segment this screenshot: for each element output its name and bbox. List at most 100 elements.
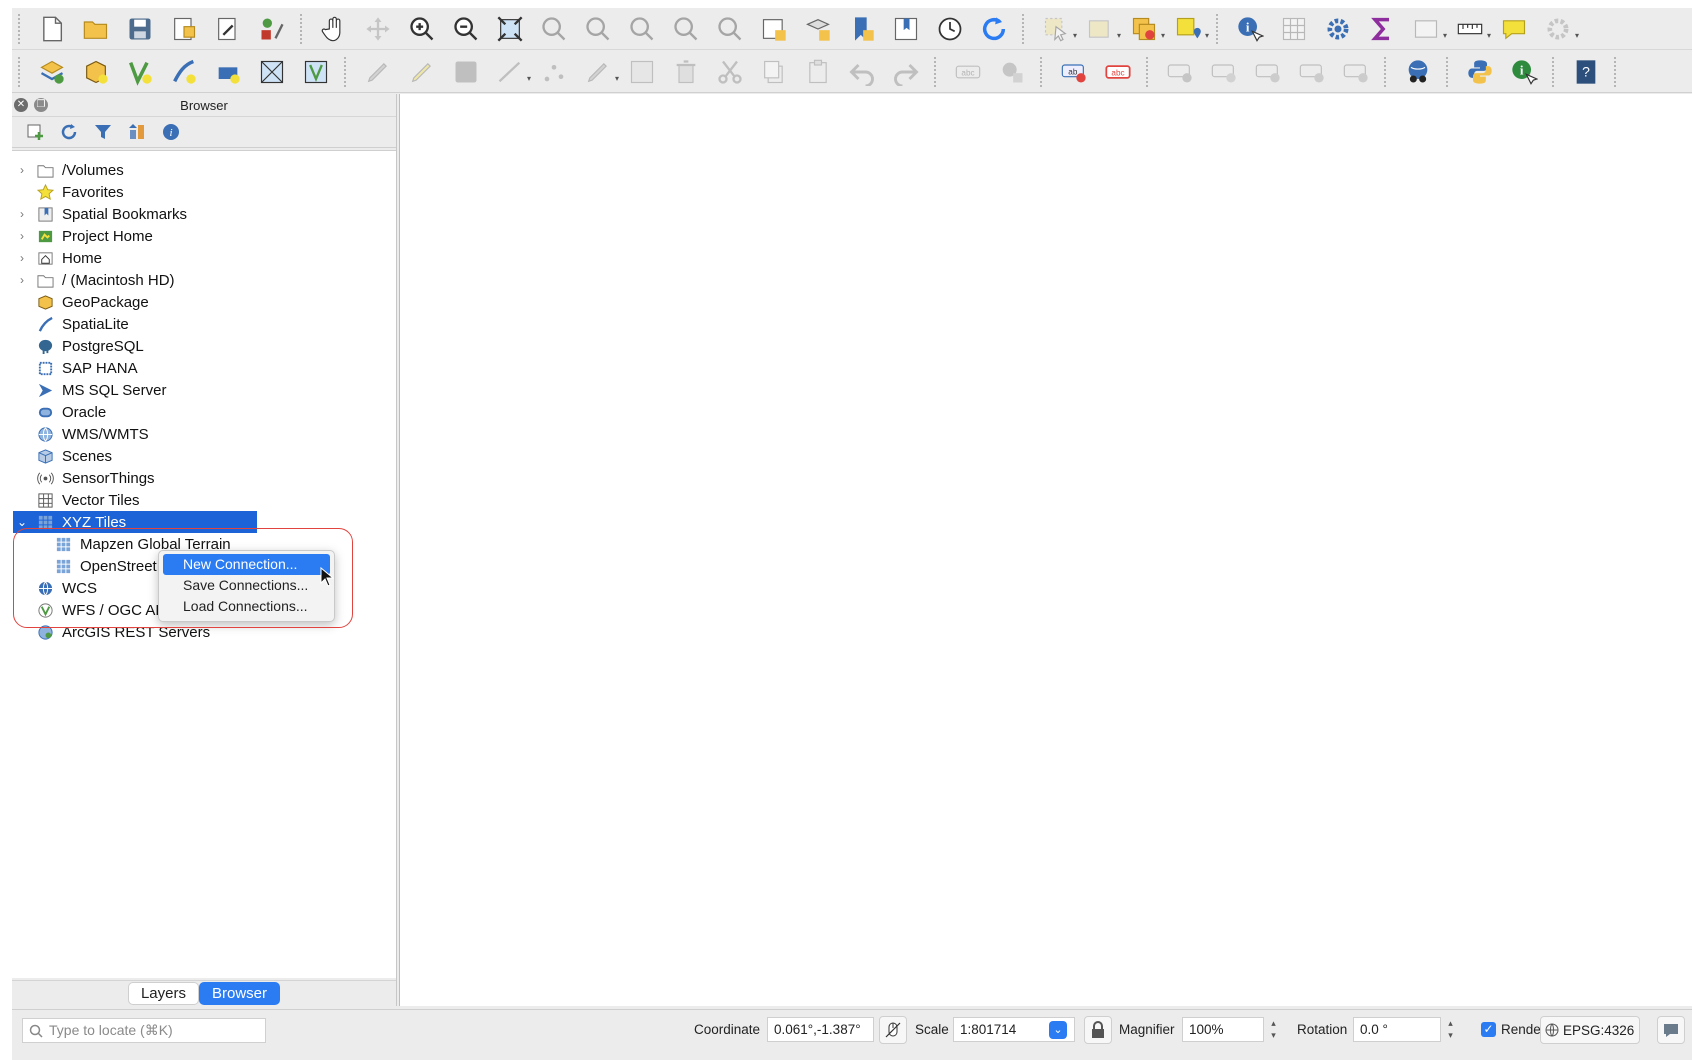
menu-item-load-connections[interactable]: Load Connections... xyxy=(163,596,330,617)
tree-item-geopackage[interactable]: GeoPackage xyxy=(12,291,396,313)
menu-item-save-connections[interactable]: Save Connections... xyxy=(163,575,330,596)
redo-button[interactable] xyxy=(884,54,928,90)
layer-diagram-button[interactable] xyxy=(990,54,1034,90)
new-spatial-bookmark-button[interactable] xyxy=(840,11,884,47)
help-button[interactable]: ? xyxy=(1564,54,1608,90)
map-canvas[interactable] xyxy=(399,94,1692,1006)
rotate-label-button[interactable] xyxy=(1290,54,1334,90)
pan-to-selection-button[interactable] xyxy=(356,11,400,47)
toolbar-grip[interactable] xyxy=(934,56,940,87)
current-edits-button[interactable] xyxy=(356,54,400,90)
tree-item-mssql[interactable]: MS SQL Server xyxy=(12,379,396,401)
delete-selected-button[interactable] xyxy=(664,54,708,90)
select-location-button[interactable]: ▾ xyxy=(1166,11,1210,47)
new-spatialite-layer-button[interactable] xyxy=(162,54,206,90)
new-geopackage-layer-button[interactable] xyxy=(74,54,118,90)
change-label-button[interactable] xyxy=(1334,54,1378,90)
magnifier-field[interactable]: 100% xyxy=(1182,1017,1264,1042)
toolbar-grip[interactable] xyxy=(18,13,24,44)
rotation-stepper[interactable]: ▴ ▾ xyxy=(1444,1017,1457,1042)
toolbar-grip[interactable] xyxy=(1146,56,1152,87)
new-virtual-layer-button[interactable] xyxy=(250,54,294,90)
tree-item-scenes[interactable]: Scenes xyxy=(12,445,396,467)
close-panel-button[interactable]: ✕ xyxy=(14,98,28,112)
refresh-button[interactable] xyxy=(972,11,1016,47)
data-source-manager-button[interactable] xyxy=(30,54,74,90)
modify-attributes-button[interactable]: ▾ xyxy=(576,54,620,90)
open-field-calculator-button[interactable]: ▾ xyxy=(1404,11,1448,47)
plugin-identify-button[interactable]: i xyxy=(1502,54,1546,90)
cut-features-button[interactable] xyxy=(708,54,752,90)
tree-item-sensorthings[interactable]: SensorThings xyxy=(12,467,396,489)
open-attribute-table-button[interactable] xyxy=(1272,11,1316,47)
collapse-all-button[interactable] xyxy=(120,118,154,146)
toolbar-grip[interactable] xyxy=(344,56,350,87)
tree-item-xyz-tiles[interactable]: ⌄ XYZ Tiles xyxy=(12,511,396,533)
toolbar-grip[interactable] xyxy=(1614,56,1620,87)
tree-item-spatialite[interactable]: SpatiaLite xyxy=(12,313,396,335)
tree-item-volumes[interactable]: › /Volumes xyxy=(12,159,396,181)
save-project-button[interactable] xyxy=(118,11,162,47)
measure-line-button[interactable]: ▾ xyxy=(1448,11,1492,47)
filter-browser-button[interactable] xyxy=(86,118,120,146)
save-layer-edits-button[interactable] xyxy=(444,54,488,90)
plugin-settings-button[interactable]: ▾ xyxy=(1536,11,1580,47)
tab-layers[interactable]: Layers xyxy=(127,982,199,1005)
tree-item-home[interactable]: › Home xyxy=(12,247,396,269)
toggle-extents-button[interactable] xyxy=(879,1016,907,1044)
toolbar-grip[interactable] xyxy=(300,13,306,44)
coordinate-field[interactable]: 0.061°,-1.387° xyxy=(767,1017,874,1042)
scale-dropdown-icon[interactable]: ⌄ xyxy=(1049,1021,1067,1039)
layout-manager-button[interactable] xyxy=(206,11,250,47)
rotation-field[interactable]: 0.0 ° xyxy=(1353,1017,1441,1042)
tree-item-oracle[interactable]: Oracle xyxy=(12,401,396,423)
float-panel-button[interactable]: ❐ xyxy=(34,98,48,112)
temporal-controller-button[interactable] xyxy=(928,11,972,47)
toggle-editing-button[interactable] xyxy=(400,54,444,90)
expand-arrow-icon[interactable]: › xyxy=(12,229,32,243)
new-virtual-vector-button[interactable] xyxy=(294,54,338,90)
refresh-browser-button[interactable] xyxy=(52,118,86,146)
statistical-summary-button[interactable] xyxy=(1360,11,1404,47)
toolbar-grip[interactable] xyxy=(18,56,24,87)
tree-item-postgresql[interactable]: PostgreSQL xyxy=(12,335,396,357)
deselect-features-button[interactable]: ▾ xyxy=(1122,11,1166,47)
tree-item-arcgis-rest[interactable]: ArcGIS REST Servers xyxy=(12,621,396,643)
qms-plugin-button[interactable] xyxy=(1396,54,1440,90)
toolbar-grip[interactable] xyxy=(1022,13,1028,44)
collapse-arrow-icon[interactable]: ⌄ xyxy=(12,515,32,529)
expand-arrow-icon[interactable]: › xyxy=(12,251,32,265)
pin-labels-button[interactable]: ab xyxy=(1052,54,1096,90)
toolbar-grip[interactable] xyxy=(1552,56,1558,87)
crs-button[interactable]: EPSG:4326 xyxy=(1540,1016,1640,1044)
locator-search-input[interactable]: Type to locate (⌘K) xyxy=(22,1018,266,1043)
messages-button[interactable] xyxy=(1657,1016,1685,1044)
tree-item-vector-tiles[interactable]: Vector Tiles xyxy=(12,489,396,511)
pan-map-button[interactable] xyxy=(312,11,356,47)
enable-properties-button[interactable]: i xyxy=(154,118,188,146)
paste-features-button[interactable] xyxy=(796,54,840,90)
toolbar-grip[interactable] xyxy=(1446,56,1452,87)
copy-features-button[interactable] xyxy=(752,54,796,90)
new-3d-map-view-button[interactable] xyxy=(796,11,840,47)
highlight-labels-button[interactable]: abc xyxy=(1096,54,1140,90)
new-project-button[interactable] xyxy=(30,11,74,47)
toolbar-grip[interactable] xyxy=(1216,13,1222,44)
identify-features-button[interactable]: i xyxy=(1228,11,1272,47)
processing-toolbox-button[interactable] xyxy=(1316,11,1360,47)
open-project-button[interactable] xyxy=(74,11,118,47)
zoom-to-selection-button[interactable] xyxy=(532,11,576,47)
tree-item-sap-hana[interactable]: SAP HANA xyxy=(12,357,396,379)
new-shapefile-layer-button[interactable] xyxy=(118,54,162,90)
menu-item-new-connection[interactable]: New Connection... xyxy=(163,554,330,575)
move-label-button[interactable] xyxy=(1158,54,1202,90)
toolbar-grip[interactable] xyxy=(1040,56,1046,87)
new-temporary-layer-button[interactable] xyxy=(206,54,250,90)
show-bookmarks-button[interactable] xyxy=(884,11,928,47)
magnifier-stepper[interactable]: ▴ ▾ xyxy=(1267,1017,1280,1042)
render-checkbox[interactable]: ✓ xyxy=(1481,1022,1496,1037)
add-line-feature-button[interactable]: ▾ xyxy=(488,54,532,90)
add-selected-layers-button[interactable] xyxy=(18,118,52,146)
expand-arrow-icon[interactable]: › xyxy=(12,207,32,221)
expand-arrow-icon[interactable]: › xyxy=(12,163,32,177)
